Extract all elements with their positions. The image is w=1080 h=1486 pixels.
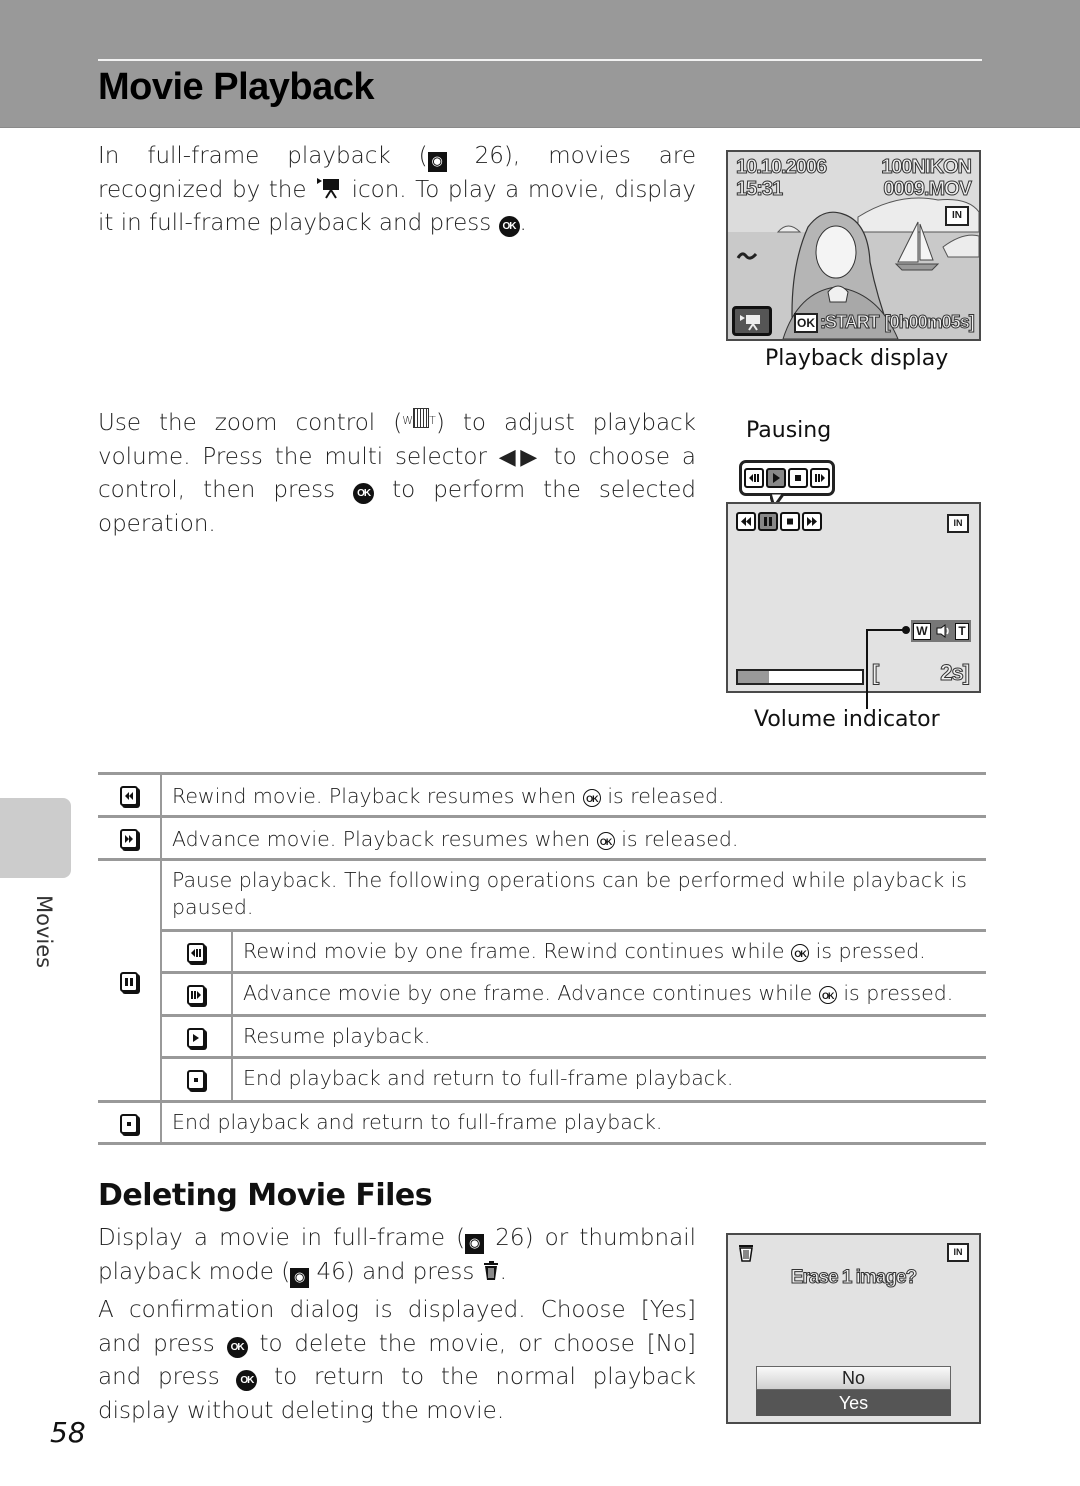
delete-icon: [483, 1260, 498, 1280]
pausing-display-screen: IN W T [ 2s]: [726, 502, 981, 693]
internal-memory-icon: IN: [947, 1243, 969, 1262]
date-readout: 10.10.2006: [735, 156, 827, 179]
delete-icon: [739, 1245, 753, 1262]
sub-table-row: Rewind movie by one frame. Rewind contin…: [161, 929, 986, 973]
ok-button-icon: OK: [498, 216, 520, 237]
frame-advance-icon: [187, 984, 205, 1005]
reference-icon: ◉: [427, 152, 447, 172]
speaker-icon: [936, 624, 949, 638]
time-remaining: 2s]: [940, 660, 971, 686]
frame-rewind-control[interactable]: [744, 468, 764, 488]
stop-control[interactable]: [788, 468, 808, 488]
section-label: Movies: [32, 895, 56, 969]
ok-start-label: OK :START [0h00m05s]: [794, 312, 975, 333]
playback-display-caption: Playback display: [765, 346, 949, 371]
pausing-label: Pausing: [746, 418, 832, 443]
ok-button-icon: OK: [791, 944, 810, 962]
volume-indicator[interactable]: W T: [911, 620, 971, 642]
section-title-deleting: Deleting Movie Files: [98, 1178, 433, 1213]
volume-leader-line-h: [866, 629, 906, 631]
intro-paragraph-1: In full-frame playback (◉ 26), movies ar…: [98, 143, 697, 237]
section-tab[interactable]: [0, 798, 71, 878]
fast-forward-icon: [120, 828, 138, 849]
internal-memory-icon: IN: [945, 206, 969, 226]
rewind-control[interactable]: [736, 512, 756, 531]
pause-control-selected[interactable]: [758, 512, 778, 531]
zoom-control-icon: WT: [402, 408, 436, 428]
volume-w-icon: W: [913, 622, 931, 640]
ok-button-icon: OK: [818, 986, 837, 1004]
time-bracket-open: [: [871, 660, 879, 686]
internal-memory-icon: IN: [947, 514, 969, 533]
frame-rewind-icon: [187, 942, 205, 963]
erase-question: Erase 1 image?: [790, 1267, 917, 1289]
sub-table-row: Resume playback.: [161, 1014, 986, 1058]
folder-name: 100NIKON: [881, 156, 973, 179]
ok-button-icon: OK: [353, 483, 375, 504]
movie-mode-icon: [732, 306, 772, 336]
resume-control-selected[interactable]: [766, 468, 786, 488]
frame-advance-control[interactable]: [810, 468, 830, 488]
vibration-reduction-icon: [736, 252, 758, 260]
table-row: End playback and return to full-frame pl…: [98, 1100, 986, 1145]
file-name: 0009.MOV: [883, 178, 973, 201]
rewind-icon: [120, 785, 138, 806]
volume-indicator-caption: Volume indicator: [754, 707, 940, 732]
pause-icon: [120, 971, 138, 992]
volume-leader-dot: [902, 626, 910, 634]
ok-button-icon: OK: [596, 832, 615, 850]
stop-control[interactable]: [780, 512, 800, 531]
volume-t-icon: T: [955, 622, 969, 640]
table-row: Pause playback. The following operations…: [98, 858, 986, 1102]
playback-display-screen: 10.10.2006 15:31 100NIKON 0009.MOV IN OK…: [726, 150, 981, 341]
volume-leader-line-v: [866, 629, 868, 709]
page-title: Movie Playback: [98, 66, 375, 108]
paused-controls-callout: [739, 460, 835, 496]
resume-icon: [187, 1027, 205, 1048]
movie-duration: [0h00m05s]: [884, 312, 975, 333]
sub-table-row: Advance movie by one frame. Advance cont…: [161, 971, 986, 1015]
playback-progress-fill: [738, 671, 769, 683]
ok-button-icon: OK: [226, 1336, 248, 1358]
deleting-paragraph-1: Display a movie in full-frame (◉ 26) or …: [98, 1222, 696, 1289]
ok-button-icon: OK: [236, 1370, 258, 1391]
table-row: Rewind movie. Playback resumes when OK i…: [98, 772, 986, 816]
fast-forward-control[interactable]: [802, 512, 822, 531]
page-number: 58: [50, 1416, 86, 1449]
option-no[interactable]: No: [756, 1366, 951, 1390]
reference-icon: ◉: [465, 1234, 485, 1254]
sub-table: Rewind movie by one frame. Rewind contin…: [161, 929, 986, 1102]
playback-controls: [736, 512, 822, 531]
intro-paragraph-2: Use the zoom control (W T) to adjust play…: [98, 408, 697, 537]
time-readout: 15:31: [735, 178, 783, 201]
erase-dialog-screen: IN Erase 1 image? No Yes: [726, 1233, 981, 1424]
stop-icon: [187, 1069, 205, 1090]
ok-badge: OK: [794, 312, 818, 333]
option-yes-selected[interactable]: Yes: [756, 1390, 951, 1416]
multi-selector-icon: ◀▶: [498, 444, 542, 470]
movie-camera-icon: [317, 177, 340, 199]
stop-icon: [120, 1113, 138, 1134]
deleting-paragraph-2: A confirmation dialog is displayed. Choo…: [98, 1297, 696, 1424]
ok-button-icon: OK: [582, 789, 601, 807]
sub-table-row: End playback and return to full-frame pl…: [161, 1056, 986, 1102]
table-row: Advance movie. Playback resumes when OK …: [98, 815, 986, 859]
header-rule: [98, 59, 982, 61]
playback-progress-bar: [736, 669, 864, 685]
reference-icon: ◉: [290, 1267, 310, 1288]
